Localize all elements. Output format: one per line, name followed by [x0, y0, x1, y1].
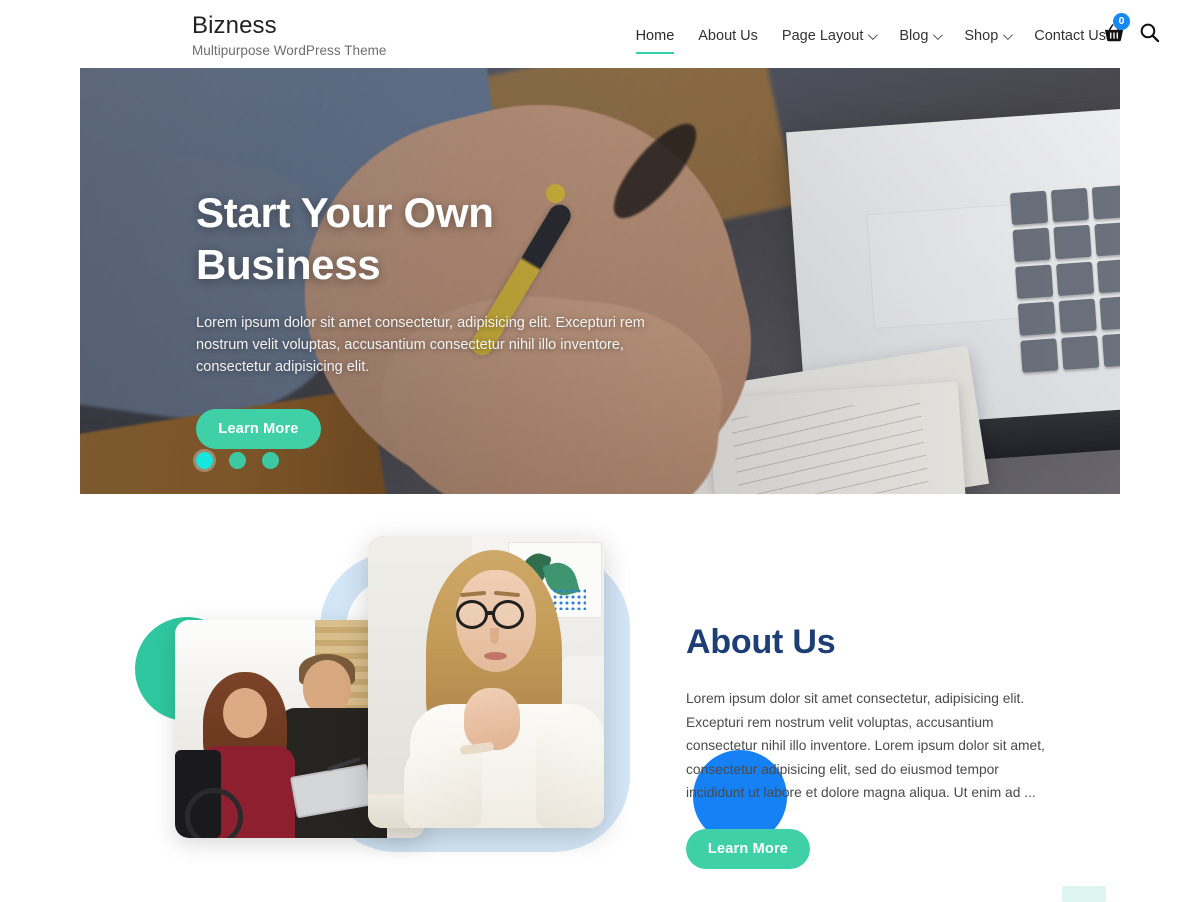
primary-navigation: Home About Us Page Layout Blog Shop Cont… — [624, 26, 1118, 54]
brand-title: Bizness — [192, 12, 277, 39]
chevron-down-icon — [1003, 29, 1014, 40]
nav-item-shop[interactable]: Shop — [952, 26, 1022, 46]
brand-tagline: Multipurpose WordPress Theme — [192, 43, 387, 58]
nav-label: About Us — [698, 28, 758, 44]
cart-button[interactable]: 0 — [1103, 12, 1130, 43]
header-actions: 0 — [1103, 12, 1160, 43]
hero-content: Start Your Own Business Lorem ipsum dolo… — [196, 187, 666, 449]
search-icon — [1140, 23, 1160, 43]
slider-dot-2[interactable] — [229, 452, 246, 469]
nav-item-page-layout[interactable]: Page Layout — [770, 26, 887, 46]
site-branding[interactable]: Bizness Multipurpose WordPress Theme — [192, 12, 386, 60]
nav-item-about-us[interactable]: About Us — [686, 26, 770, 46]
about-text-block: About Us Lorem ipsum dolor sit amet cons… — [686, 621, 1046, 869]
nav-label: Contact Us — [1034, 28, 1106, 44]
slider-dot-1[interactable] — [196, 452, 213, 469]
businesswoman-portrait-photo — [368, 536, 604, 828]
nav-item-home[interactable]: Home — [624, 26, 687, 54]
nav-label: Home — [635, 28, 675, 44]
nav-item-blog[interactable]: Blog — [887, 26, 952, 46]
hero-description: Lorem ipsum dolor sit amet consectetur, … — [196, 315, 645, 375]
cart-count-badge: 0 — [1113, 12, 1130, 30]
hero-title: Start Your Own Business — [196, 189, 494, 288]
about-title: About Us — [686, 623, 836, 661]
about-section: About Us Lorem ipsum dolor sit amet cons… — [0, 494, 1200, 900]
hero-learn-more-button[interactable]: Learn More — [196, 409, 321, 449]
nav-label: Blog — [899, 28, 929, 44]
nav-label: Shop — [964, 28, 999, 44]
site-header: Bizness Multipurpose WordPress Theme Hom… — [0, 0, 1200, 68]
chevron-down-icon — [868, 29, 879, 40]
nav-label: Page Layout — [781, 28, 864, 44]
slider-dot-3[interactable] — [262, 452, 279, 469]
chevron-down-icon — [933, 29, 944, 40]
about-learn-more-button[interactable]: Learn More — [686, 828, 810, 869]
hero-slider: Start Your Own Business Lorem ipsum dolo… — [80, 68, 1120, 494]
about-body-text: Lorem ipsum dolor sit amet consectetur, … — [686, 691, 1045, 800]
about-image-collage — [130, 534, 787, 864]
search-button[interactable] — [1139, 22, 1160, 43]
slider-pagination — [196, 452, 279, 469]
